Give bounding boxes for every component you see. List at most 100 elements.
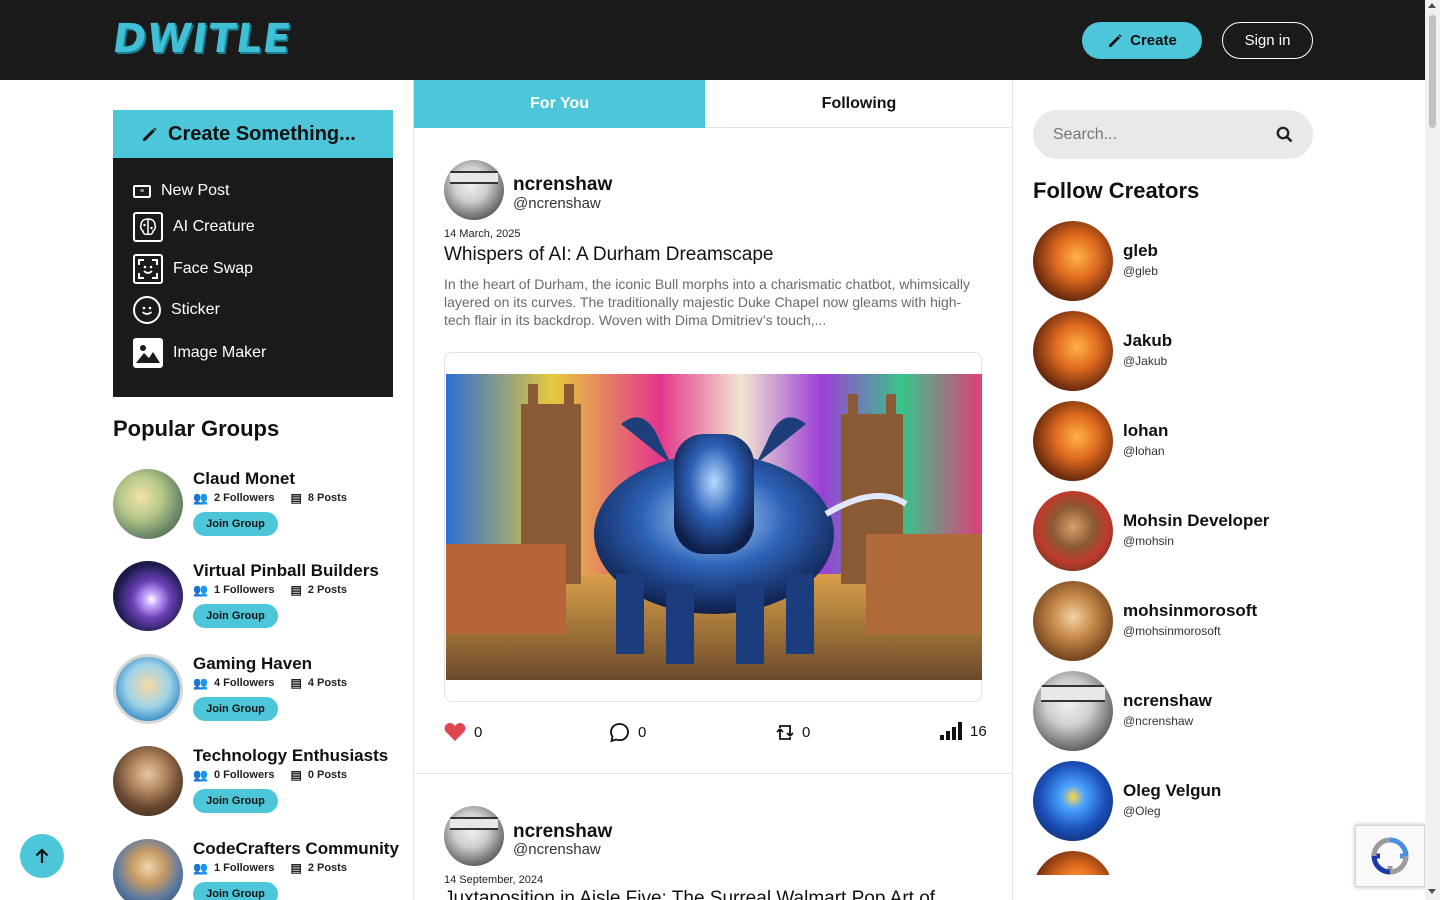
post-image[interactable] [446, 374, 982, 680]
post-author-avatar[interactable] [444, 160, 504, 220]
post-author-name[interactable]: ncrenshaw [513, 174, 612, 196]
join-group-button[interactable]: Join Group [193, 882, 278, 900]
repost-button[interactable]: 0 [776, 722, 810, 743]
post-image-frame[interactable] [444, 352, 982, 702]
creator-name: ncrenshaw [1123, 691, 1212, 710]
users-icon: 👥 [193, 583, 208, 597]
pencil-icon [143, 126, 157, 141]
post-author-handle: @ncrenshaw [513, 841, 601, 858]
creator-item[interactable]: mohsinmorosoft @mohsinmorosoft [1033, 581, 1313, 661]
group-followers: 1 Followers [213, 862, 275, 874]
create-button[interactable]: Create [1082, 22, 1202, 59]
join-group-button[interactable]: Join Group [193, 789, 278, 813]
group-item: Virtual Pinball Builders 👥 1 Followers ▤ 2… [113, 561, 398, 633]
group-thumbnail[interactable] [113, 561, 183, 631]
group-thumbnail[interactable] [113, 469, 183, 539]
join-group-button[interactable]: Join Group [193, 697, 278, 721]
creator-avatar[interactable] [1033, 311, 1113, 391]
comment-bubble-icon [610, 723, 629, 743]
post-title[interactable]: Juxtaposition in Aisle Five: The Surreal… [444, 888, 951, 900]
create-item-label: Face Swap [173, 260, 254, 277]
group-followers: 1 Followers [213, 584, 275, 596]
join-group-button[interactable]: Join Group [193, 512, 278, 536]
arrow-up-icon [35, 848, 49, 863]
search-input[interactable] [1053, 125, 1276, 144]
users-icon: 👥 [193, 768, 208, 782]
creator-avatar[interactable] [1033, 761, 1113, 841]
recaptcha-icon [1371, 837, 1409, 875]
group-name[interactable]: Technology Enthusiasts [193, 746, 388, 766]
post-author-handle: @ncrenshaw [513, 195, 601, 212]
sign-in-button[interactable]: Sign in [1222, 22, 1313, 59]
group-item: Technology Enthusiasts 👥 0 Followers ▤ 0 P… [113, 746, 398, 818]
create-menu-card: Create Something... ≡ New Post AI Creatu… [113, 110, 393, 397]
group-posts: 2 Posts [307, 862, 347, 874]
post-author-name[interactable]: ncrenshaw [513, 821, 612, 843]
create-item-new-post[interactable]: ≡ New Post [133, 182, 229, 200]
face-scan-icon [133, 254, 163, 284]
scrollbar-thumb[interactable] [1429, 15, 1436, 128]
recaptcha-badge[interactable] [1355, 825, 1425, 887]
group-stats: 👥 1 Followers ▤ 2 Posts [193, 861, 347, 875]
newspaper-icon: ▤ [290, 491, 302, 505]
tab-for-you[interactable]: For You [414, 80, 705, 128]
group-name[interactable]: Virtual Pinball Builders [193, 561, 379, 581]
site-logo[interactable]: DWITLE [110, 16, 295, 62]
group-followers: 0 Followers [213, 769, 275, 781]
pencil-icon [1109, 33, 1122, 47]
newspaper-icon: ▤ [290, 583, 302, 597]
join-group-button[interactable]: Join Group [193, 604, 278, 628]
signal-bars-icon [940, 722, 962, 740]
back-to-top-button[interactable] [20, 834, 64, 878]
creator-handle: @mohsin [1123, 534, 1174, 548]
newspaper-icon: ▤ [290, 768, 302, 782]
post-excerpt: In the heart of Durham, the iconic Bull … [444, 276, 971, 328]
creator-handle: @Oleg [1123, 804, 1161, 818]
views-stat: 16 [940, 722, 987, 740]
post-divider [414, 773, 1012, 774]
creator-avatar[interactable] [1033, 581, 1113, 661]
group-stats: 👥 1 Followers ▤ 2 Posts [193, 583, 347, 597]
create-item-image-maker[interactable]: Image Maker [133, 338, 266, 368]
creator-item[interactable]: Oleg Velgun @Oleg [1033, 761, 1313, 841]
creator-avatar[interactable] [1033, 401, 1113, 481]
like-button[interactable]: 0 [444, 722, 482, 742]
scroll-up-arrow-icon[interactable] [1428, 3, 1436, 8]
creator-item[interactable]: gleb @gleb [1033, 221, 1313, 301]
creator-name: gleb [1123, 241, 1158, 260]
create-item-sticker[interactable]: Sticker [133, 296, 220, 324]
post-author-avatar[interactable] [444, 806, 504, 866]
group-thumbnail[interactable] [113, 839, 183, 900]
group-thumbnail[interactable] [113, 746, 183, 816]
scroll-down-arrow-icon[interactable] [1428, 889, 1436, 894]
group-name[interactable]: Claud Monet [193, 469, 295, 489]
post-title[interactable]: Whispers of AI: A Durham Dreamscape [444, 244, 773, 266]
users-icon: 👥 [193, 491, 208, 505]
search-bar [1033, 110, 1313, 159]
group-posts: 0 Posts [307, 769, 347, 781]
creator-avatar[interactable] [1033, 491, 1113, 571]
create-menu-header[interactable]: Create Something... [113, 110, 393, 158]
group-name[interactable]: CodeCrafters Community [193, 839, 399, 859]
creator-avatar[interactable] [1033, 221, 1113, 301]
creator-item[interactable]: Jakub @Jakub [1033, 311, 1313, 391]
newspaper-icon: ▤ [290, 676, 302, 690]
create-item-label: New Post [161, 182, 230, 199]
creator-name: Jakub [1123, 331, 1173, 350]
group-item: Claud Monet 👥 2 Followers ▤ 8 Posts Join G… [113, 469, 398, 541]
creator-item[interactable]: Mohsin Developer @mohsin [1033, 491, 1313, 571]
group-stats: 👥 4 Followers ▤ 4 Posts [193, 676, 347, 690]
comment-button[interactable]: 0 [609, 722, 646, 743]
tab-following[interactable]: Following [705, 80, 1013, 128]
creator-item[interactable]: ncrenshaw @ncrenshaw [1033, 671, 1313, 751]
creator-avatar[interactable] [1033, 671, 1113, 751]
creator-handle: @Jakub [1123, 354, 1168, 368]
search-icon[interactable] [1276, 126, 1293, 143]
page-scrollbar[interactable] [1425, 0, 1440, 900]
create-item-face-swap[interactable]: Face Swap [133, 254, 253, 284]
create-item-ai-creature[interactable]: AI Creature [133, 212, 255, 242]
group-stats: 👥 2 Followers ▤ 8 Posts [193, 491, 347, 505]
group-name[interactable]: Gaming Haven [193, 654, 312, 674]
group-thumbnail[interactable] [113, 654, 183, 724]
creator-item[interactable]: lohan @lohan [1033, 401, 1313, 481]
